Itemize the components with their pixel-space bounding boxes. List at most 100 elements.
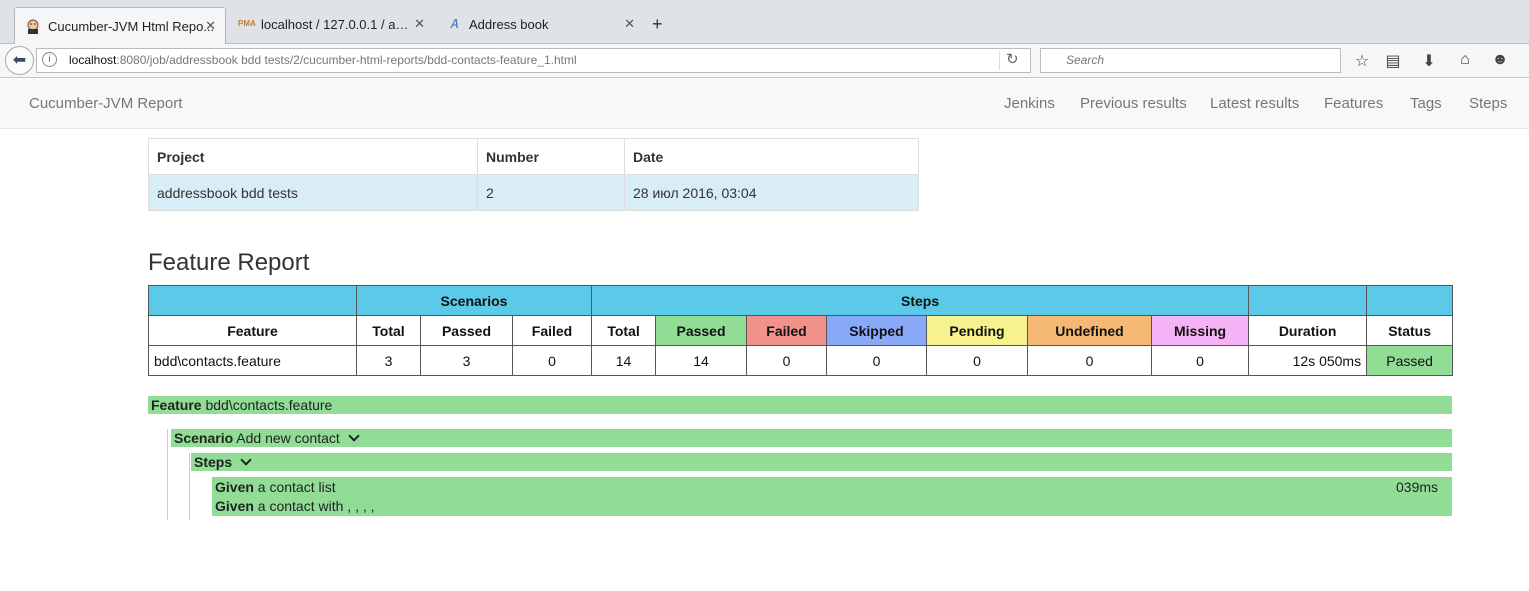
url-path: :8080/job/addressbook bdd tests/2/cucumb…	[116, 53, 577, 67]
url-host: localhost	[69, 53, 117, 67]
group-header-scenarios: Scenarios	[355, 285, 593, 316]
steps-undefined-cell: 0	[1027, 345, 1153, 376]
steps-missing-cell: 0	[1151, 345, 1250, 376]
column-header-steps-missing: Missing	[1151, 315, 1250, 346]
tab-cucumber-report[interactable]: Cucumber-JVM Html Repo... ✕	[14, 7, 226, 44]
feature-header-bar: Feature bdd\contacts.feature	[148, 396, 1452, 414]
project-value: addressbook bdd tests	[148, 174, 478, 211]
bookmark-star-icon[interactable]: ☆	[1352, 51, 1372, 71]
scenario-name: Add new contact	[236, 430, 340, 446]
status-cell: Passed	[1366, 345, 1454, 376]
step-row: Given a contact list	[215, 479, 336, 495]
nav-features[interactable]: Features	[1324, 95, 1383, 112]
divider	[999, 51, 1000, 70]
tab-title: Cucumber-JVM Html Repo...	[48, 18, 215, 34]
scenarios-failed-cell: 0	[511, 345, 593, 376]
table-row: addressbook bdd tests 2 28 июл 2016, 03:…	[148, 174, 919, 211]
chevron-down-icon[interactable]	[240, 454, 252, 466]
address-bar[interactable]: localhost:8080/job/addressbook bdd tests…	[36, 48, 1031, 73]
column-header-duration: Duration	[1248, 315, 1368, 346]
search-input[interactable]: Search	[1040, 48, 1341, 73]
column-header-steps-undefined: Undefined	[1027, 315, 1153, 346]
feature-name: bdd\contacts.feature	[205, 397, 333, 413]
duration-cell: 12s 050ms	[1248, 345, 1368, 376]
home-icon[interactable]: ⌂	[1455, 51, 1475, 69]
phpmyadmin-icon: PMA	[238, 19, 256, 28]
step-keyword: Given	[215, 479, 254, 495]
feature-keyword: Feature	[151, 397, 202, 413]
chevron-down-icon[interactable]	[348, 430, 360, 442]
close-tab-icon[interactable]: ✕	[624, 16, 635, 32]
browser-tab-bar: Cucumber-JVM Html Repo... ✕ PMA localhos…	[0, 0, 1529, 44]
tab-title: Address book	[469, 16, 549, 32]
feature-stats-table: Scenarios Steps Feature Total Passed Fai…	[148, 285, 1454, 376]
tab-title: localhost / 127.0.0.1 / addr...	[261, 16, 411, 32]
table-row: bdd\contacts.feature 3 3 0 14 14 0 0 0 0…	[148, 345, 1454, 376]
document-icon: 𝐴	[450, 17, 458, 31]
build-number-value: 2	[477, 174, 625, 211]
new-tab-icon[interactable]: +	[652, 14, 663, 35]
feature-name-cell[interactable]: bdd\contacts.feature	[148, 345, 357, 376]
column-header-feature: Feature	[148, 315, 357, 346]
column-header-scenarios-passed: Passed	[420, 315, 513, 346]
group-header-empty	[1366, 285, 1454, 316]
brand-link[interactable]: Cucumber-JVM Report	[29, 95, 182, 112]
group-header-empty	[1248, 285, 1368, 316]
column-header: Project	[148, 138, 478, 175]
scenarios-total-cell: 3	[356, 345, 421, 376]
nav-jenkins[interactable]: Jenkins	[1004, 95, 1055, 112]
report-navbar: Cucumber-JVM Report Jenkins Previous res…	[0, 79, 1529, 129]
build-date-value: 28 июл 2016, 03:04	[624, 174, 919, 211]
page-title: Feature Report	[148, 249, 310, 276]
site-info-icon[interactable]: i	[42, 52, 57, 67]
back-arrow-icon[interactable]: ⬅	[5, 46, 34, 75]
steps-header-bar[interactable]: Steps	[191, 453, 1452, 471]
column-header-steps-total: Total	[591, 315, 657, 346]
steps-skipped-cell: 0	[826, 345, 928, 376]
table-header-row: Project Number Date	[148, 138, 919, 175]
scenarios-passed-cell: 3	[420, 345, 513, 376]
column-header-row: Feature Total Passed Failed Total Passed…	[148, 315, 1454, 346]
steps-list	[212, 477, 1452, 516]
tab-phpmyadmin[interactable]: PMA localhost / 127.0.0.1 / addr... ✕	[228, 8, 434, 40]
step-row: Given a contact with , , , ,	[215, 498, 375, 514]
column-header-status: Status	[1366, 315, 1454, 346]
reading-list-icon[interactable]: ▤	[1383, 51, 1403, 71]
tab-address-book[interactable]: 𝐴 Address book ✕	[436, 8, 644, 40]
column-header: Date	[624, 138, 919, 175]
group-header-empty	[148, 285, 357, 316]
step-text: a contact with , , , ,	[257, 498, 375, 514]
column-header-steps-pending: Pending	[926, 315, 1029, 346]
scenario-header-bar[interactable]: Scenario Add new contact	[171, 429, 1452, 447]
nav-latest-results[interactable]: Latest results	[1210, 95, 1299, 112]
step-duration: 039ms	[1396, 479, 1439, 495]
column-header: Number	[477, 138, 625, 175]
build-info-table: Project Number Date addressbook bdd test…	[148, 138, 919, 211]
steps-label: Steps	[194, 454, 233, 470]
steps-pending-cell: 0	[926, 345, 1029, 376]
column-header-steps-passed: Passed	[655, 315, 748, 346]
column-header-steps-skipped: Skipped	[826, 315, 928, 346]
download-icon[interactable]: ⬇	[1419, 51, 1439, 71]
indent-line	[189, 453, 190, 520]
jenkins-icon	[25, 18, 41, 34]
column-header-scenarios-failed: Failed	[511, 315, 593, 346]
column-header-scenarios-total: Total	[356, 315, 421, 346]
step-text: a contact list	[257, 479, 336, 495]
step-keyword: Given	[215, 498, 254, 514]
group-header-row: Scenarios Steps	[148, 285, 1454, 316]
browser-nav-bar: ⬅ localhost:8080/job/addressbook bdd tes…	[0, 44, 1529, 78]
steps-passed-cell: 14	[655, 345, 748, 376]
indent-line	[167, 429, 168, 520]
steps-failed-cell: 0	[746, 345, 828, 376]
close-tab-icon[interactable]: ✕	[205, 18, 216, 34]
nav-previous-results[interactable]: Previous results	[1080, 95, 1187, 112]
group-header-steps: Steps	[591, 285, 1250, 316]
reload-icon[interactable]: ↻	[1006, 50, 1019, 68]
chat-icon[interactable]: ☻	[1490, 51, 1510, 69]
nav-tags[interactable]: Tags	[1410, 95, 1442, 112]
steps-total-cell: 14	[591, 345, 657, 376]
close-tab-icon[interactable]: ✕	[414, 16, 425, 32]
scenario-keyword: Scenario	[174, 430, 234, 446]
nav-steps[interactable]: Steps	[1469, 95, 1507, 112]
